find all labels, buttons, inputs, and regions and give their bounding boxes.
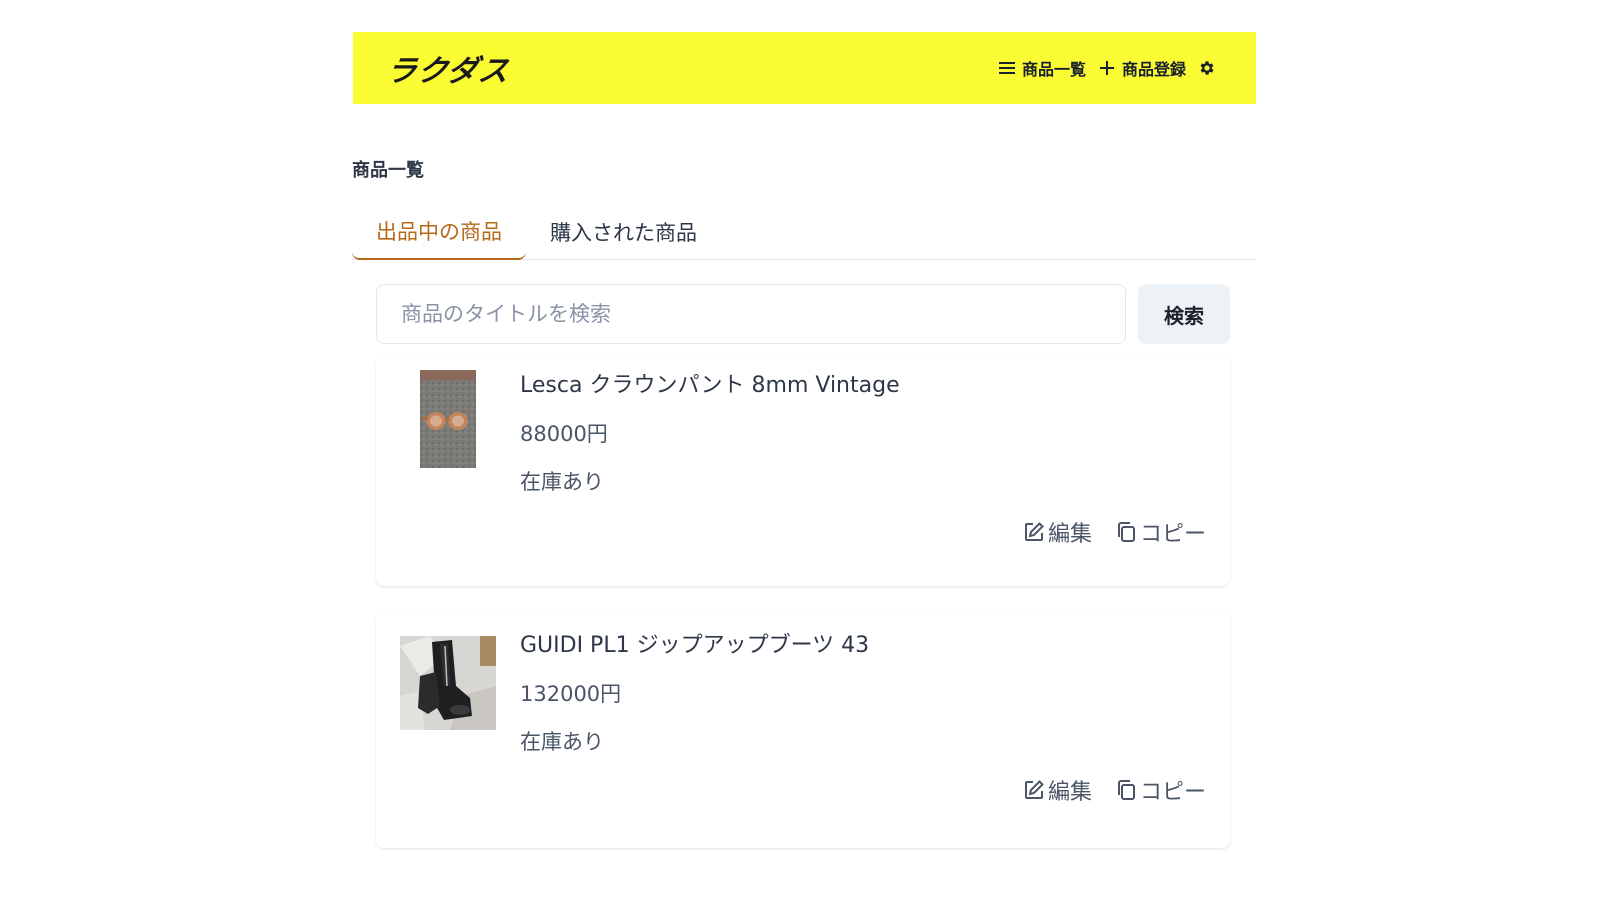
header-nav: 商品一覧 商品登録 bbox=[998, 56, 1216, 80]
tab-bar: 出品中の商品 購入された商品 bbox=[352, 204, 1256, 260]
product-image-boots[interactable] bbox=[400, 636, 496, 730]
product-name[interactable]: Lesca クラウンパント 8mm Vintage bbox=[520, 370, 900, 402]
search-input[interactable] bbox=[376, 284, 1126, 344]
nav-product-register-label: 商品登録 bbox=[1121, 60, 1186, 79]
plus-icon bbox=[1098, 59, 1116, 77]
product-info: GUIDI PL1 ジップアップブーツ 43 132000円 在庫あり bbox=[520, 630, 869, 758]
search-bar: 検索 bbox=[376, 284, 1230, 344]
edit-label: 編集 bbox=[1047, 522, 1092, 547]
nav-product-list[interactable]: 商品一覧 bbox=[998, 56, 1086, 80]
edit-label: 編集 bbox=[1047, 780, 1092, 805]
copy-label: コピー bbox=[1139, 780, 1206, 805]
page-title: 商品一覧 bbox=[352, 160, 424, 181]
product-image-sunglasses[interactable] bbox=[420, 370, 476, 468]
product-price: 88000円 bbox=[520, 422, 608, 446]
nav-product-register[interactable]: 商品登録 bbox=[1098, 56, 1186, 80]
app-logo[interactable]: ラクダス bbox=[384, 46, 513, 90]
settings-button[interactable] bbox=[1198, 59, 1216, 77]
edit-button[interactable]: 編集 bbox=[1022, 774, 1092, 806]
edit-icon bbox=[1024, 522, 1044, 541]
product-card: Lesca クラウンパント 8mm Vintage 88000円 在庫あり 編集… bbox=[376, 356, 1230, 586]
tab-purchased-products[interactable]: 購入された商品 bbox=[526, 204, 721, 260]
product-actions: 編集 コピー bbox=[1022, 516, 1206, 548]
product-stock-status: 在庫あり bbox=[520, 470, 604, 494]
copy-icon bbox=[1117, 780, 1135, 800]
product-info: Lesca クラウンパント 8mm Vintage 88000円 在庫あり bbox=[520, 370, 900, 498]
edit-button[interactable]: 編集 bbox=[1022, 516, 1092, 548]
product-price: 132000円 bbox=[520, 682, 622, 706]
product-stock-status: 在庫あり bbox=[520, 730, 604, 754]
gear-icon bbox=[1198, 59, 1216, 77]
tab-listed-products[interactable]: 出品中の商品 bbox=[352, 204, 526, 260]
edit-icon bbox=[1024, 780, 1044, 799]
menu-icon bbox=[998, 59, 1016, 77]
search-button[interactable]: 検索 bbox=[1138, 284, 1230, 344]
product-name[interactable]: GUIDI PL1 ジップアップブーツ 43 bbox=[520, 630, 869, 662]
copy-button[interactable]: コピー bbox=[1114, 516, 1206, 548]
product-actions: 編集 コピー bbox=[1022, 774, 1206, 806]
copy-button[interactable]: コピー bbox=[1114, 774, 1206, 806]
copy-icon bbox=[1117, 522, 1135, 542]
copy-label: コピー bbox=[1139, 522, 1206, 547]
nav-product-list-label: 商品一覧 bbox=[1021, 60, 1086, 79]
product-card: GUIDI PL1 ジップアップブーツ 43 132000円 在庫あり 編集 コ… bbox=[376, 612, 1230, 848]
app-header: ラクダス 商品一覧 商品登録 bbox=[353, 32, 1256, 104]
